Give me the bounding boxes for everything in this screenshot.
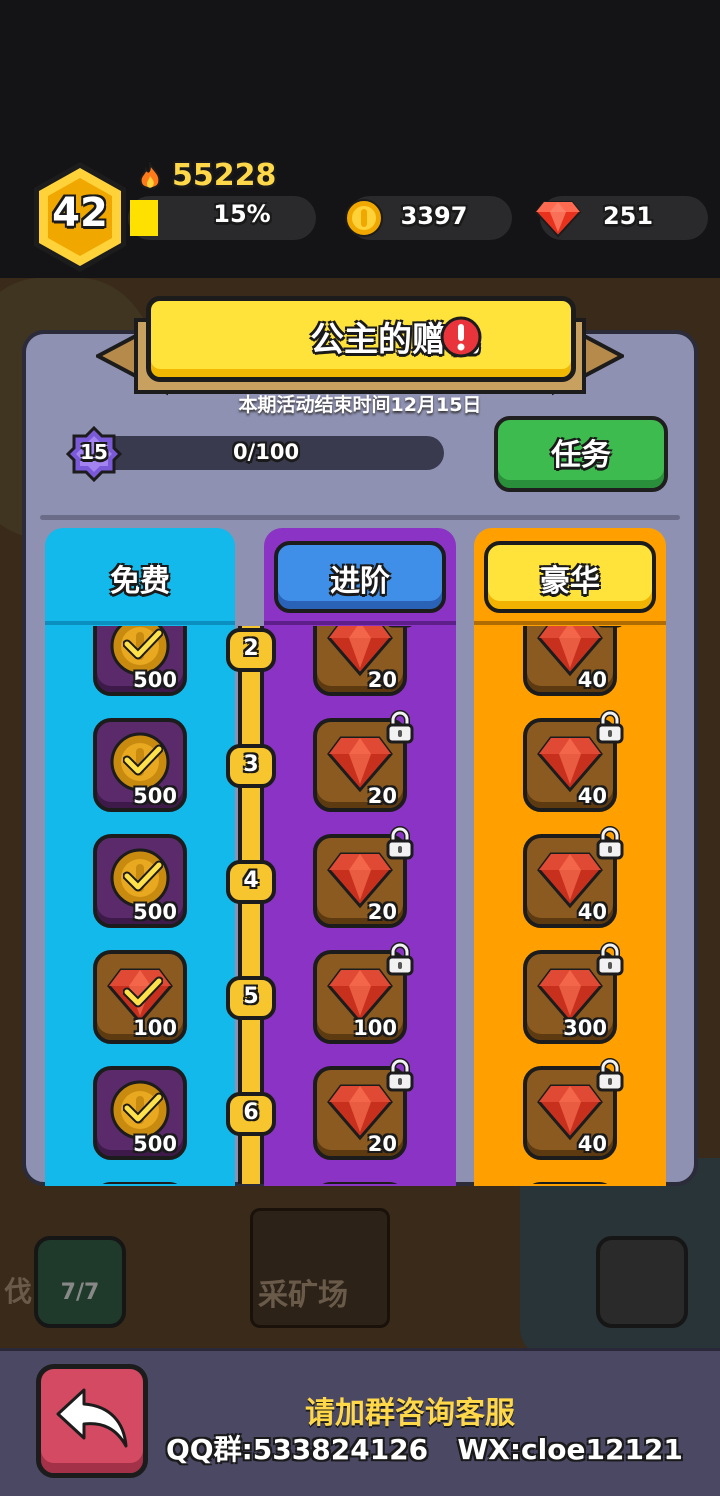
reward-row: 500 20 40 2 bbox=[45, 626, 666, 718]
lock-icon bbox=[385, 826, 415, 860]
reward-amount: 20 bbox=[367, 900, 397, 924]
lock-icon bbox=[595, 826, 625, 860]
free-reward-gem[interactable]: 100 bbox=[93, 950, 187, 1044]
advanced-header-divider bbox=[264, 621, 456, 625]
reward-amount: 100 bbox=[133, 1016, 177, 1040]
coin-value: 3397 bbox=[400, 202, 468, 230]
reward-cell-peek[interactable] bbox=[93, 1182, 187, 1184]
support-message: 请加群咨询客服 bbox=[305, 1396, 515, 1431]
reward-row: 100 100 300 5 bbox=[45, 942, 666, 1066]
lock-icon bbox=[595, 1058, 625, 1092]
free-header-divider bbox=[45, 621, 235, 625]
luxury-header-divider bbox=[474, 621, 666, 625]
adv-reward-gem[interactable]: 20 bbox=[313, 626, 407, 696]
reward-row: 500 20 40 6 bbox=[45, 1058, 666, 1182]
reward-amount: 500 bbox=[133, 900, 177, 924]
reward-cell-peek[interactable] bbox=[523, 1182, 617, 1184]
reward-amount: 20 bbox=[367, 1132, 397, 1156]
free-reward-coin[interactable]: 500 bbox=[93, 834, 187, 928]
lock-icon bbox=[385, 710, 415, 744]
level-number: 2 bbox=[243, 636, 259, 661]
gem-icon bbox=[534, 201, 582, 238]
advanced-tier-label[interactable]: 进阶 bbox=[274, 556, 446, 600]
lock-icon bbox=[595, 626, 625, 628]
lock-icon bbox=[595, 710, 625, 744]
reward-amount: 40 bbox=[577, 1132, 607, 1156]
reward-amount: 40 bbox=[577, 784, 607, 808]
alert-icon[interactable] bbox=[440, 316, 482, 358]
reward-amount: 20 bbox=[367, 668, 397, 692]
player-level: 42 bbox=[52, 190, 108, 236]
reward-row-peek bbox=[45, 1182, 666, 1184]
level-number: 5 bbox=[243, 984, 259, 1009]
gem-value: 251 bbox=[602, 202, 654, 230]
lock-icon bbox=[385, 942, 415, 976]
reward-cell-peek[interactable] bbox=[313, 1182, 407, 1184]
level-number: 3 bbox=[243, 752, 259, 777]
back-arrow-icon bbox=[56, 1388, 128, 1448]
fire-icon bbox=[139, 162, 161, 190]
free-reward-coin[interactable]: 500 bbox=[93, 718, 187, 812]
free-reward-coin[interactable]: 500 bbox=[93, 626, 187, 696]
level-number: 6 bbox=[243, 1100, 259, 1125]
luxury-tier-label[interactable]: 豪华 bbox=[484, 556, 656, 600]
power-value: 55228 bbox=[172, 158, 277, 193]
panel-divider bbox=[40, 515, 680, 520]
reward-row: 500 20 40 4 bbox=[45, 826, 666, 950]
lux-reward-gem[interactable]: 40 bbox=[523, 626, 617, 696]
coin-icon bbox=[345, 199, 383, 237]
reward-amount: 500 bbox=[133, 1132, 177, 1156]
season-progress-text: 0/100 bbox=[232, 440, 300, 464]
side-building-label: 伐 bbox=[4, 1275, 33, 1308]
ball-count: 7/7 bbox=[60, 1280, 100, 1305]
xp-bar-fill bbox=[130, 200, 158, 236]
event-title: 公主的赠礼 bbox=[310, 320, 480, 360]
reward-amount: 20 bbox=[367, 784, 397, 808]
task-button-label[interactable]: 任务 bbox=[494, 430, 668, 474]
mine-building-label: 采矿场 bbox=[258, 1278, 348, 1313]
event-deadline: 本期活动结束时间12月15日 bbox=[238, 394, 482, 416]
reward-amount: 40 bbox=[577, 900, 607, 924]
reward-amount: 100 bbox=[353, 1016, 397, 1040]
level-number: 4 bbox=[243, 868, 259, 893]
reward-amount: 40 bbox=[577, 668, 607, 692]
reward-amount: 500 bbox=[133, 784, 177, 808]
reward-list[interactable]: 500 20 40 2 500 20 40 3 500 20 40 4 100 100 300 5 500 20 4… bbox=[45, 626, 666, 1184]
xp-percent: 15% bbox=[213, 200, 271, 228]
lock-icon bbox=[385, 1058, 415, 1092]
reward-row: 500 20 40 3 bbox=[45, 710, 666, 834]
contact-info: QQ群:533824126 WX:cloe12121 bbox=[166, 1433, 683, 1466]
reward-amount: 300 bbox=[563, 1016, 607, 1040]
free-tier-label: 免费 bbox=[110, 564, 170, 599]
free-reward-coin[interactable]: 500 bbox=[93, 1066, 187, 1160]
lock-icon bbox=[595, 942, 625, 976]
reward-amount: 500 bbox=[133, 668, 177, 692]
lock-icon bbox=[385, 626, 415, 628]
